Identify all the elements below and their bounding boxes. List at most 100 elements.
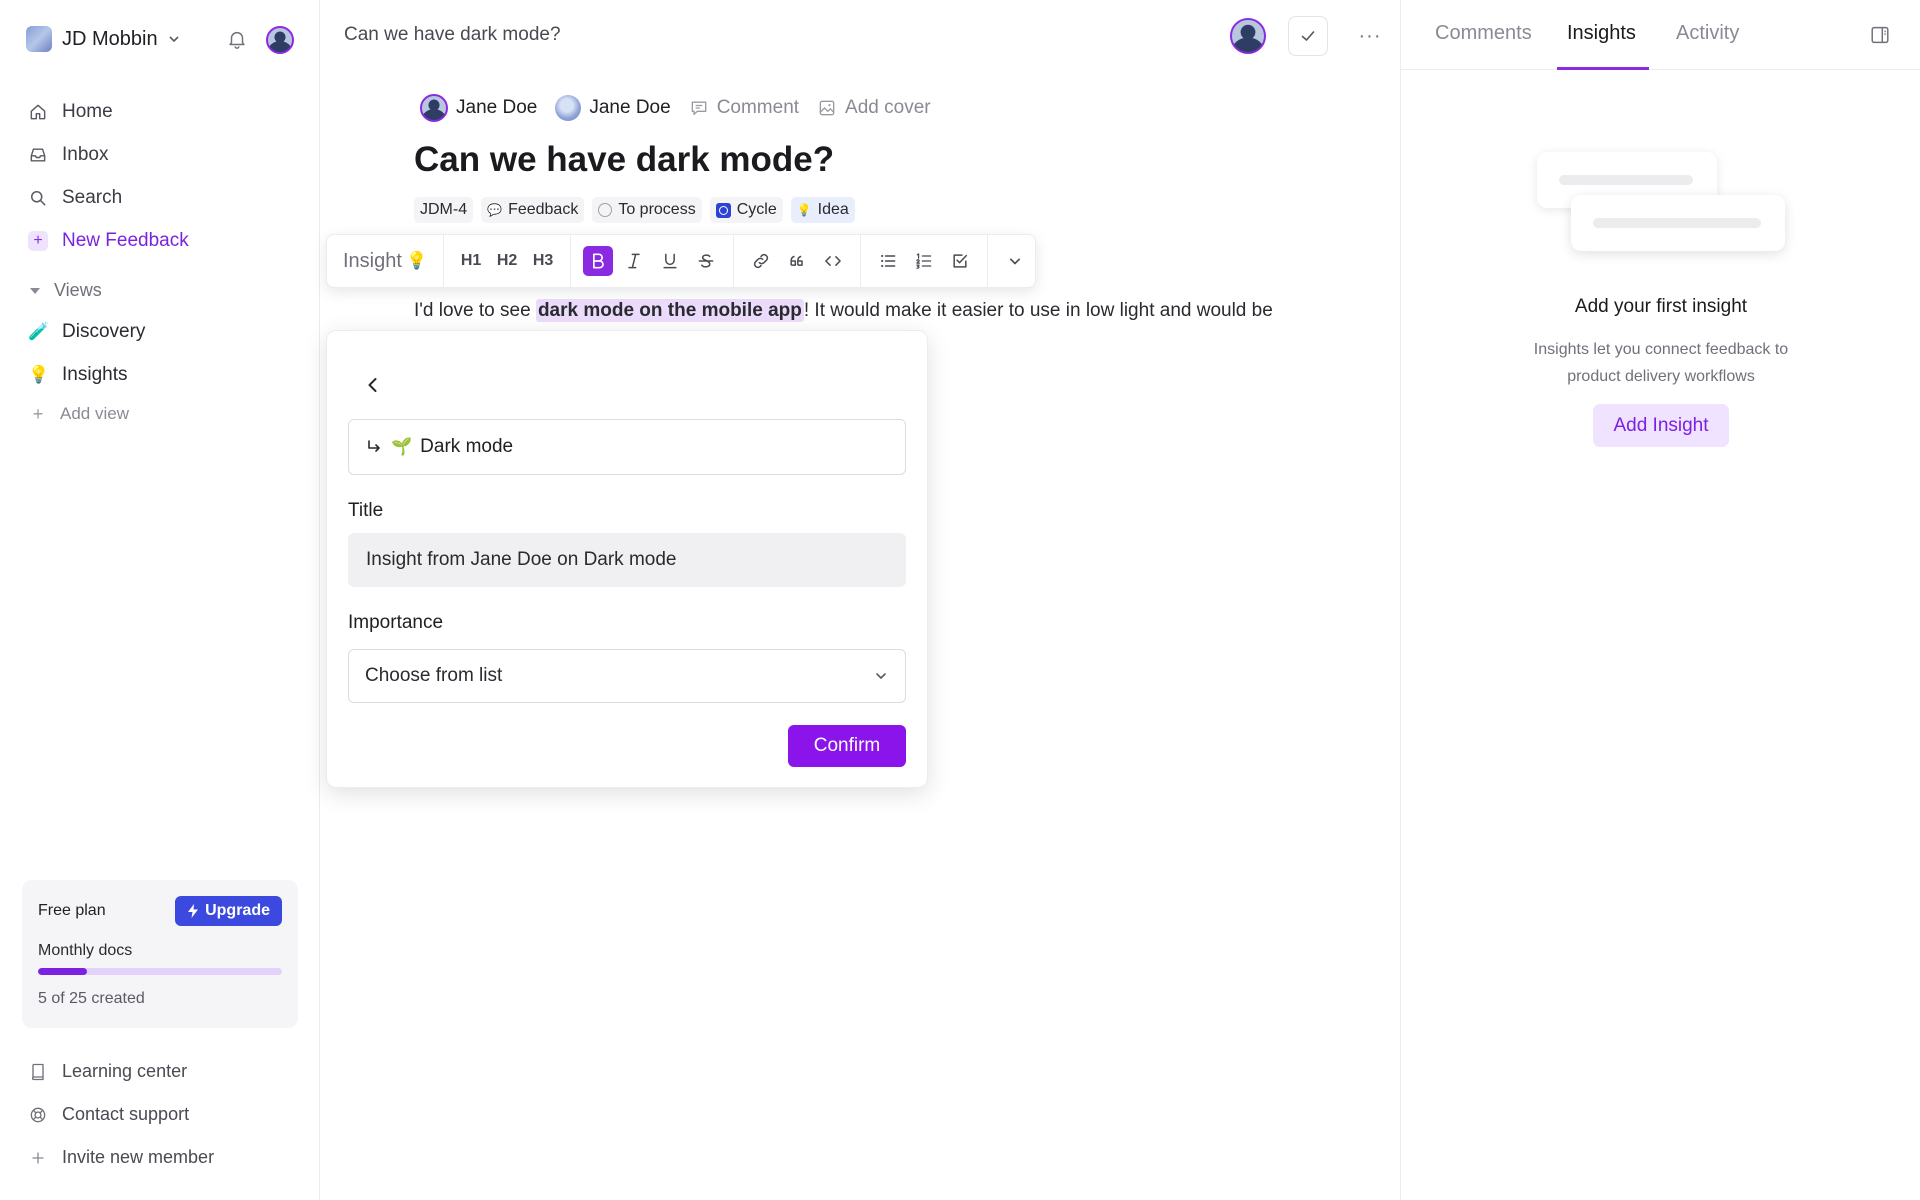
bell-icon[interactable] [226, 28, 248, 50]
importance-select[interactable]: Choose from list [348, 649, 906, 703]
lightbulb-icon: 💡 [796, 203, 812, 217]
underline-button[interactable] [655, 246, 685, 276]
bottom-links: Learning center Contact support Invite n… [28, 1050, 298, 1179]
assignee-avatar[interactable] [1230, 18, 1266, 54]
sidebar-toggle-icon[interactable] [1869, 24, 1891, 46]
numbered-list-button[interactable] [909, 246, 939, 276]
tag-feedback[interactable]: 💬 Feedback [481, 197, 585, 223]
home-icon [30, 104, 46, 119]
view-discovery[interactable]: 🧪 Discovery [28, 310, 298, 353]
contact-support-link[interactable]: Contact support [28, 1093, 298, 1136]
document-body[interactable]: I'd love to see dark mode on the mobile … [414, 299, 1273, 322]
chevron-down-icon [169, 36, 179, 43]
tag-cycle[interactable]: Cycle [709, 197, 783, 223]
underline-icon [663, 253, 677, 269]
invite-member-link[interactable]: Invite new member [28, 1136, 298, 1179]
add-cover-label: Add cover [845, 97, 931, 118]
tab-insights[interactable]: Insights [1567, 22, 1636, 45]
title-label: Title [348, 500, 384, 521]
code-button[interactable] [818, 246, 848, 276]
chevron-down-icon [876, 673, 886, 679]
status-circle-icon [598, 203, 613, 217]
document-title[interactable]: Can we have dark mode? [414, 140, 834, 180]
workspace-switcher[interactable]: JD Mobbin [26, 24, 180, 54]
empty-state-title: Add your first insight [1574, 296, 1748, 317]
panel-tabs: Comments Insights Activity [1401, 0, 1920, 70]
h1-button[interactable]: H1 [456, 246, 486, 276]
nav-new-feedback[interactable]: + New Feedback [28, 219, 298, 262]
quote-button[interactable] [782, 246, 812, 276]
h2-button[interactable]: H2 [492, 246, 522, 276]
lightning-icon [188, 904, 199, 918]
confirm-button[interactable]: Confirm [788, 725, 906, 767]
nav-home[interactable]: Home [28, 90, 298, 133]
usage-progress-fill [38, 968, 87, 975]
insight-button[interactable]: Insight 💡 [327, 235, 445, 287]
checkbox-icon [953, 254, 968, 268]
comment-button[interactable]: Comment [689, 97, 799, 119]
lightbulb-icon: 💡 [405, 251, 428, 270]
upgrade-label: Upgrade [205, 902, 270, 919]
tag-id[interactable]: JDM-4 [414, 197, 474, 223]
more-options-icon[interactable]: ··· [1354, 20, 1386, 52]
workspace-name: JD Mobbin [62, 27, 158, 50]
more-formatting-button[interactable] [1000, 246, 1030, 276]
plus-icon: + [28, 230, 48, 251]
main-nav: Home Inbox Search + New Feedback [28, 90, 298, 262]
view-insights[interactable]: 💡 Insights [28, 353, 298, 396]
bullet-list-button[interactable] [873, 246, 903, 276]
cycle-icon [715, 202, 731, 218]
chevron-left-icon[interactable] [361, 373, 385, 397]
insight-title-input[interactable] [348, 533, 906, 587]
add-view-button[interactable]: + Add view [30, 396, 298, 432]
tag-idea[interactable]: 💡 Idea [790, 197, 855, 223]
tab-activity[interactable]: Activity [1676, 22, 1739, 45]
customer-chip[interactable]: Jane Doe [555, 95, 671, 121]
customer-avatar [555, 95, 582, 121]
active-tab-indicator [1557, 67, 1649, 70]
nav-search-label: Search [62, 186, 123, 208]
nav-inbox[interactable]: Inbox [28, 133, 298, 176]
code-icon [825, 256, 841, 266]
breadcrumb-title: Can we have dark mode? [344, 24, 561, 45]
text-style-group [571, 235, 735, 287]
body-text-before: I'd love to see [414, 300, 536, 321]
bold-button[interactable] [583, 246, 614, 276]
add-cover-button[interactable]: Add cover [817, 97, 931, 119]
nav-search[interactable]: Search [28, 176, 298, 219]
tab-comments[interactable]: Comments [1435, 22, 1532, 45]
add-insight-button[interactable]: Add Insight [1593, 404, 1729, 447]
upgrade-button[interactable]: Upgrade [175, 896, 282, 926]
bold-icon [593, 253, 604, 269]
plan-name: Free plan [38, 902, 106, 919]
strikethrough-button[interactable] [691, 246, 721, 276]
search-icon [31, 190, 46, 205]
strikethrough-icon [698, 254, 714, 268]
link-button[interactable] [746, 246, 776, 276]
plus-icon: + [32, 403, 44, 424]
doc-meta-row: Jane Doe Jane Doe Comment Add cover [420, 94, 931, 122]
nav-home-label: Home [62, 100, 113, 122]
book-icon [31, 1063, 44, 1080]
checklist-button[interactable] [945, 246, 975, 276]
views-heading[interactable]: Views [30, 280, 102, 301]
mark-done-button[interactable] [1288, 16, 1328, 56]
view-insights-label: Insights [62, 363, 128, 385]
doc-tags: JDM-4 💬 Feedback To process Cycle 💡 Idea [414, 197, 855, 223]
inbox-icon [30, 147, 46, 162]
customer-name: Jane Doe [589, 97, 671, 118]
parent-idea-value: Dark mode [420, 436, 514, 457]
formatting-toolbar: Insight 💡 H1 H2 H3 [326, 234, 1036, 288]
tag-id-label: JDM-4 [420, 201, 468, 218]
sidebar: JD Mobbin Home Inbox Search + New Feedba… [0, 0, 320, 1200]
author-chip[interactable]: Jane Doe [420, 94, 537, 122]
invite-member-label: Invite new member [62, 1147, 215, 1167]
author-name: Jane Doe [456, 97, 538, 118]
user-avatar[interactable] [266, 26, 294, 54]
return-arrow-icon [368, 440, 380, 452]
parent-idea-field[interactable]: 🌱 Dark mode [348, 419, 906, 475]
tag-status[interactable]: To process [592, 197, 702, 223]
learning-center-link[interactable]: Learning center [28, 1050, 298, 1093]
h3-button[interactable]: H3 [528, 246, 558, 276]
italic-button[interactable] [619, 246, 649, 276]
